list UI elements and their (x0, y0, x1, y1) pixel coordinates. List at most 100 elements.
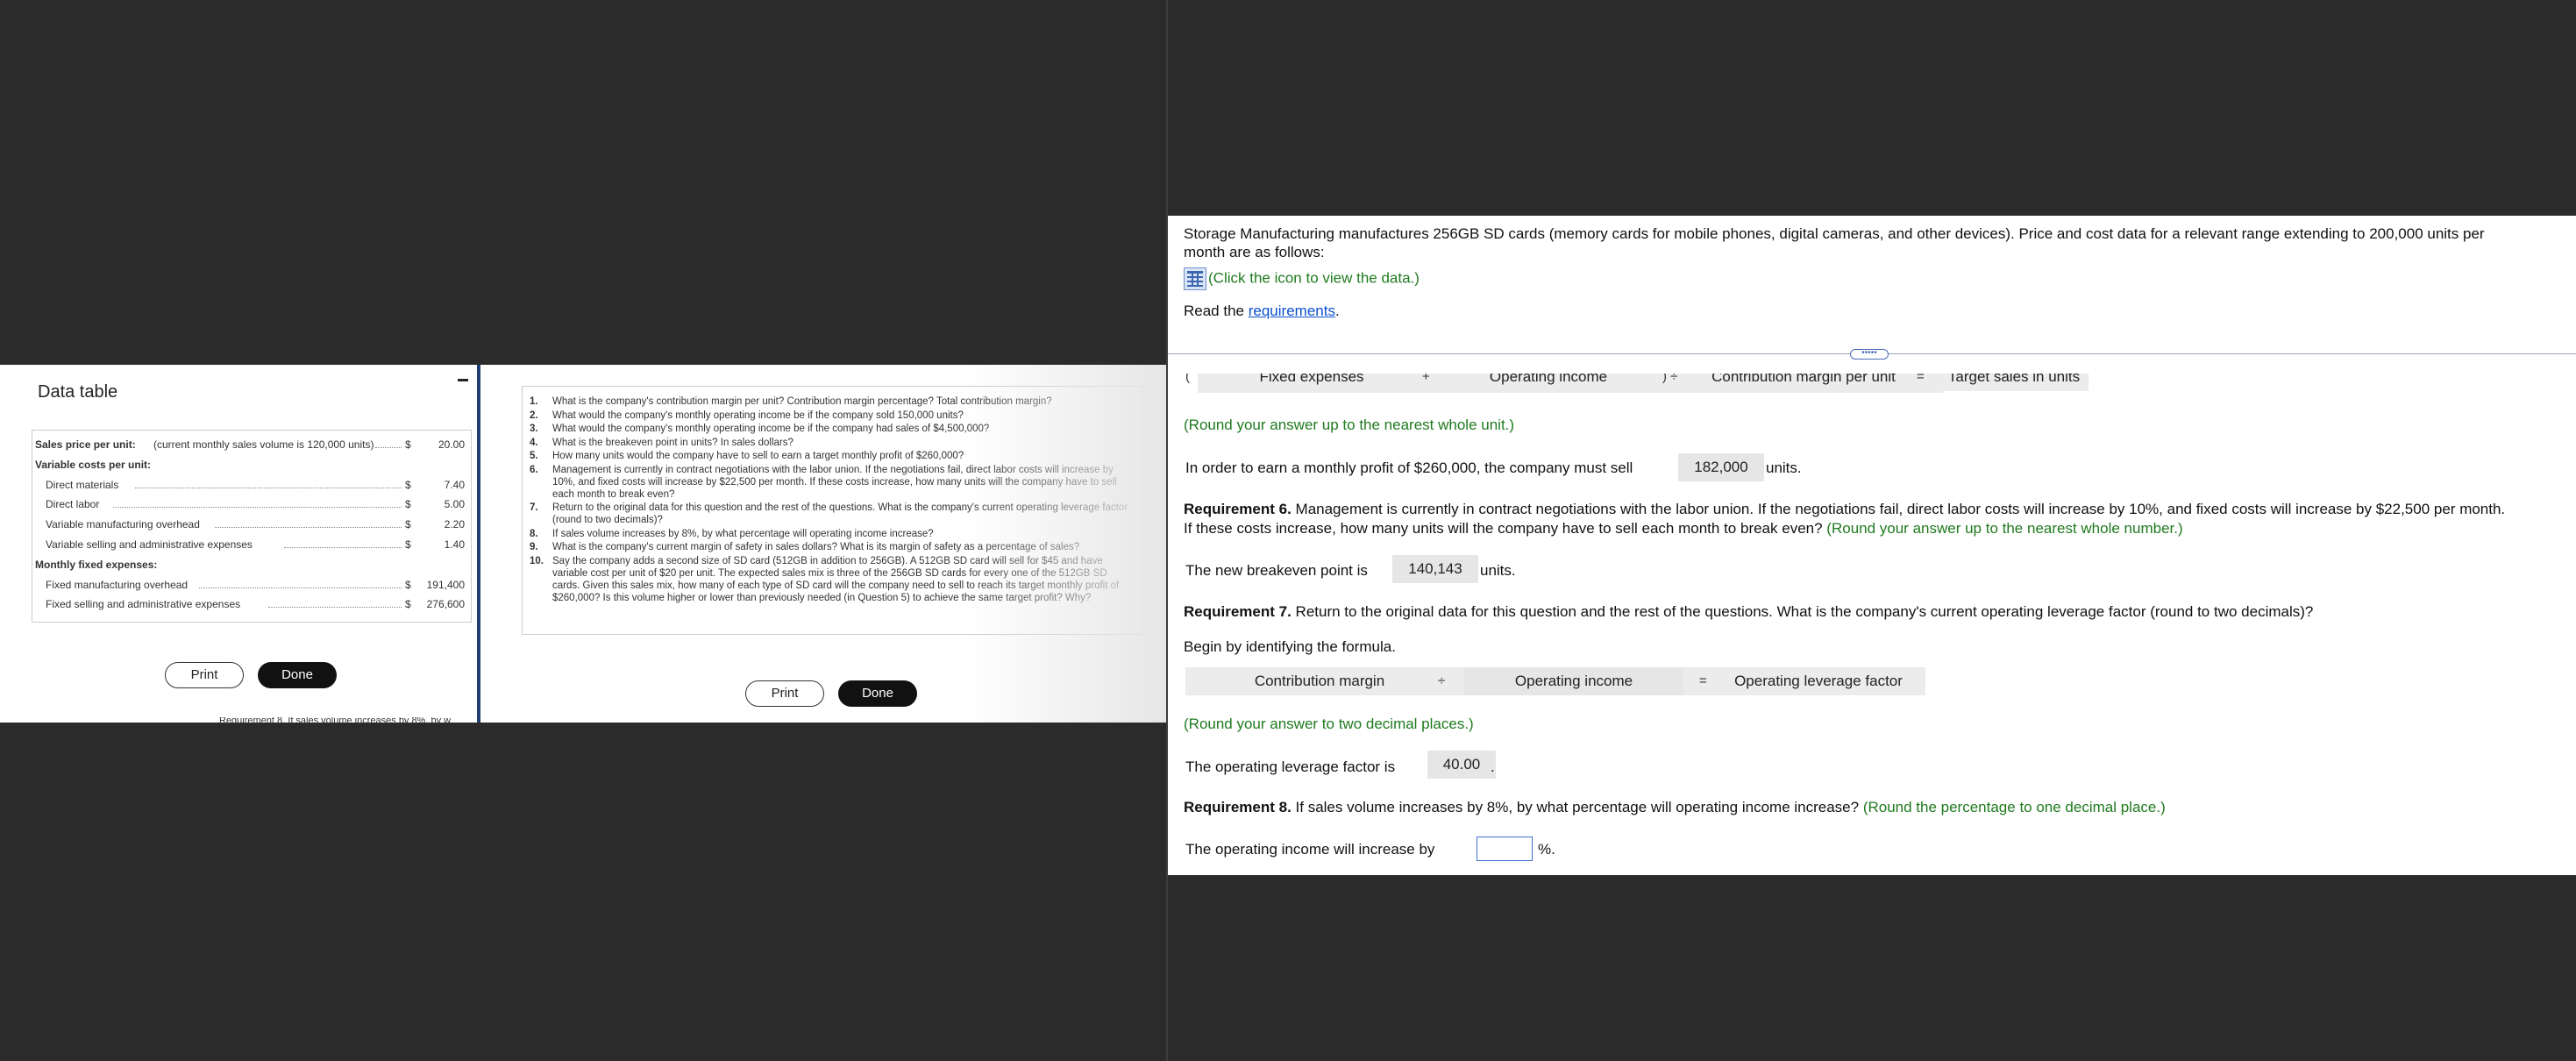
requirement-text: What would the company's monthly operati… (552, 409, 964, 421)
data-table-done-button[interactable]: Done (258, 662, 337, 688)
requirement-number: 5. (530, 451, 538, 461)
row-label: Fixed manufacturing overhead (46, 578, 189, 591)
data-table-print-button[interactable]: Print (165, 662, 244, 688)
req6-heading: Requirement 6. Management is currently i… (1184, 500, 2505, 519)
requirement-text: What is the breakeven point in units? In… (552, 437, 793, 448)
data-link-row: (Click the icon to view the data.) (1184, 267, 1420, 290)
req7-formula-result[interactable]: Operating leverage factor (1720, 667, 1917, 695)
row-currency: $ (405, 538, 411, 551)
requirements-link[interactable]: requirements (1249, 303, 1335, 319)
req7-text: Return to the original data for this que… (1291, 603, 2314, 620)
requirement-text: If sales volume increases by 8%, by what… (552, 528, 934, 539)
formula-target-sales[interactable]: Target sales in units (1939, 374, 2089, 391)
row-value: 191,400 (426, 578, 465, 591)
requirement-number: 4. (530, 437, 538, 448)
req8-text: If sales volume increases by 8%, by what… (1291, 799, 1860, 815)
req8-answer-unit: %. (1538, 841, 1555, 858)
row-label: Variable costs per unit: (35, 458, 152, 471)
requirement-number: 9. (530, 542, 538, 552)
req6-answer-text: The new breakeven point is (1185, 562, 1368, 579)
req7-heading: Requirement 7. Return to the original da… (1184, 602, 2313, 622)
requirement-text: How many units would the company have to… (552, 451, 964, 461)
req8-heading: Requirement 8. If sales volume increases… (1184, 798, 2166, 817)
requirements-print-button[interactable]: Print (745, 680, 824, 707)
data-table-row: Direct materials $7.40 (35, 475, 468, 495)
req6-line2: If these costs increase, how many units … (1184, 519, 2183, 538)
req7-formula-opinc[interactable]: Operating income (1464, 667, 1683, 695)
req5-answer-field[interactable]: 182,000 (1678, 453, 1764, 481)
row-currency: $ (405, 598, 411, 611)
formula-equals: = (1917, 374, 1925, 384)
intro-line-1: Storage Manufacturing manufactures 256GB… (1184, 225, 2485, 242)
req6-label: Requirement 6. (1184, 501, 1292, 517)
panel-fade (964, 365, 1168, 723)
row-value: 7.40 (444, 478, 465, 491)
row-label: Direct labor (46, 498, 100, 511)
data-table-row: Fixed selling and administrative expense… (35, 595, 468, 614)
leader-dots (198, 587, 402, 588)
req7-formula-cm[interactable]: Contribution margin (1210, 667, 1429, 695)
data-table-row: Direct labor $5.00 (35, 495, 468, 514)
data-table-row: Fixed manufacturing overhead $191,400 (35, 575, 468, 595)
formula-cm-per-unit[interactable]: Contribution margin per unit (1696, 374, 1911, 391)
read-prefix: Read the (1184, 303, 1249, 319)
leader-dots (113, 507, 402, 509)
row-currency: $ (405, 438, 411, 451)
req5-answer-unit: units. (1766, 459, 1802, 476)
formula-fixed-expenses[interactable]: Fixed expenses (1224, 374, 1399, 391)
read-requirements-row: Read the requirements. (1184, 302, 1340, 321)
req7-answer-field[interactable]: 40.00 (1427, 751, 1496, 779)
req5-round-note: (Round your answer up to the nearest who… (1184, 417, 1515, 433)
requirement-number: 3. (530, 424, 538, 434)
formula-open-paren: ( (1185, 374, 1190, 384)
req8-round-note: (Round the percentage to one decimal pla… (1859, 799, 2166, 815)
requirement-number: 10. (530, 555, 544, 566)
row-label: Monthly fixed expenses: (35, 558, 158, 571)
row-value: 276,600 (426, 598, 465, 611)
row-currency: $ (405, 578, 411, 591)
req8-answer-input[interactable] (1477, 837, 1533, 861)
req6-answer-field[interactable]: 140,143 (1392, 555, 1478, 583)
req7-round-note: (Round your answer to two decimal places… (1184, 716, 1474, 732)
data-table-row: Variable selling and administrative expe… (35, 535, 468, 554)
requirements-done-button[interactable]: Done (838, 680, 917, 707)
req7-begin: Begin by identifying the formula. (1184, 638, 1396, 655)
leader-dots (268, 607, 402, 609)
formula-operating-income[interactable]: Operating income (1461, 374, 1636, 391)
leader-dots (284, 547, 402, 548)
data-link-text[interactable]: (Click the icon to view the data.) (1208, 269, 1420, 286)
row-currency: $ (405, 478, 411, 491)
formula-plus: + (1422, 374, 1430, 384)
row-label: Sales price per unit: (35, 438, 136, 451)
req7-answer-dot: . (1491, 758, 1495, 775)
requirement-text: What would the company's monthly operati… (552, 424, 990, 434)
req6-round-note: (Round your answer up to the nearest who… (1826, 520, 2183, 537)
req7-formula-divide: ÷ (1438, 673, 1446, 688)
resize-handle[interactable]: ••••• (1850, 349, 1889, 360)
intro-line-2: month are as follows: (1184, 244, 1325, 260)
req8-answer-text: The operating income will increase by (1185, 841, 1435, 858)
data-table-icon[interactable] (1184, 267, 1206, 290)
requirement-number: 6. (530, 464, 538, 475)
row-value: 1.40 (444, 538, 465, 551)
row-label: Variable selling and administrative expe… (46, 538, 253, 551)
data-table-row: Variable manufacturing overhead $2.20 (35, 515, 468, 534)
data-table-row: Monthly fixed expenses: (35, 555, 468, 574)
data-table-row: Sales price per unit: (current monthly sa… (35, 435, 468, 454)
row-value: 20.00 (438, 438, 465, 451)
req7-answer-text: The operating leverage factor is (1185, 758, 1396, 775)
req8-label: Requirement 8. (1184, 799, 1292, 815)
row-currency: $ (405, 498, 411, 511)
minimize-icon[interactable] (458, 379, 468, 381)
requirement-number: 2. (530, 409, 538, 421)
row-label: Direct materials (46, 478, 119, 491)
leader-dots (375, 447, 402, 448)
req7-formula-equals: = (1699, 673, 1707, 688)
data-table-row: Variable costs per unit: (35, 455, 468, 474)
formula-close-divide: ) ÷ (1662, 374, 1678, 384)
row-label: Variable manufacturing overhead (46, 518, 200, 531)
req5-formula-row: ( Fixed expenses + Operating income ) ÷ … (1184, 374, 2089, 398)
requirement-number: 1. (530, 396, 538, 407)
hidden-requirement-text: Requirement 8. If sales volume increases… (219, 717, 452, 724)
read-suffix: . (1334, 303, 1340, 319)
